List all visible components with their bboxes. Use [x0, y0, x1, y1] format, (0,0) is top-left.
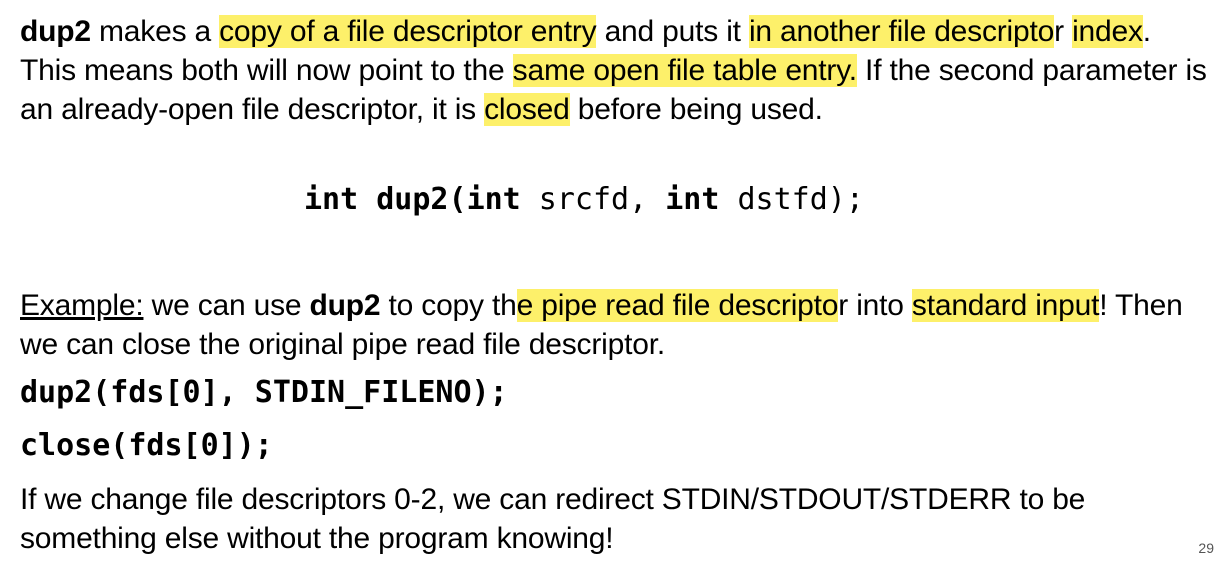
code-line-dup2: dup2(fds[0], STDIN_FILENO);: [20, 375, 508, 410]
keyword-int: int: [304, 182, 359, 217]
text-segment: to copy th: [380, 289, 517, 322]
function-signature: int dup2(int srcfd, int dstfd);: [304, 180, 864, 220]
function-name: dup2(: [358, 182, 467, 217]
intro-paragraph: dup2 makes a copy of a file descriptor e…: [20, 12, 1210, 129]
highlight-pipe-read-fd: e pipe read file descripto: [516, 289, 839, 322]
dup2-term: dup2: [20, 15, 91, 48]
highlight-closed: closed: [484, 93, 570, 126]
example-label: Example:: [20, 289, 144, 322]
text-segment: r into: [838, 289, 912, 322]
redirect-paragraph: If we change file descriptors 0-2, we ca…: [20, 483, 1086, 555]
text-segment: r: [1054, 15, 1073, 48]
text-segment: makes a: [90, 15, 220, 48]
keyword-int: int: [665, 182, 720, 217]
highlight-standard-input: standard input: [911, 289, 1100, 322]
code-line-close: close(fds[0]);: [20, 428, 273, 463]
highlight-copy-entry: copy of a file descriptor entry: [219, 15, 597, 48]
text-segment: before being used.: [569, 93, 823, 126]
highlight-same-entry: same open file table entry.: [512, 54, 857, 87]
param-srcfd: srcfd,: [520, 182, 666, 217]
slide-number: 29: [1198, 540, 1214, 556]
param-dstfd: dstfd);: [719, 182, 864, 217]
keyword-int: int: [466, 182, 521, 217]
text-segment: we can use: [143, 289, 310, 322]
text-segment: and puts it: [596, 15, 749, 48]
dup2-term: dup2: [309, 289, 381, 322]
highlight-index: index: [1072, 15, 1143, 48]
highlight-another-fd: in another file descripto: [748, 15, 1055, 48]
example-paragraph: Example: we can use dup2 to copy the pip…: [20, 286, 1210, 364]
